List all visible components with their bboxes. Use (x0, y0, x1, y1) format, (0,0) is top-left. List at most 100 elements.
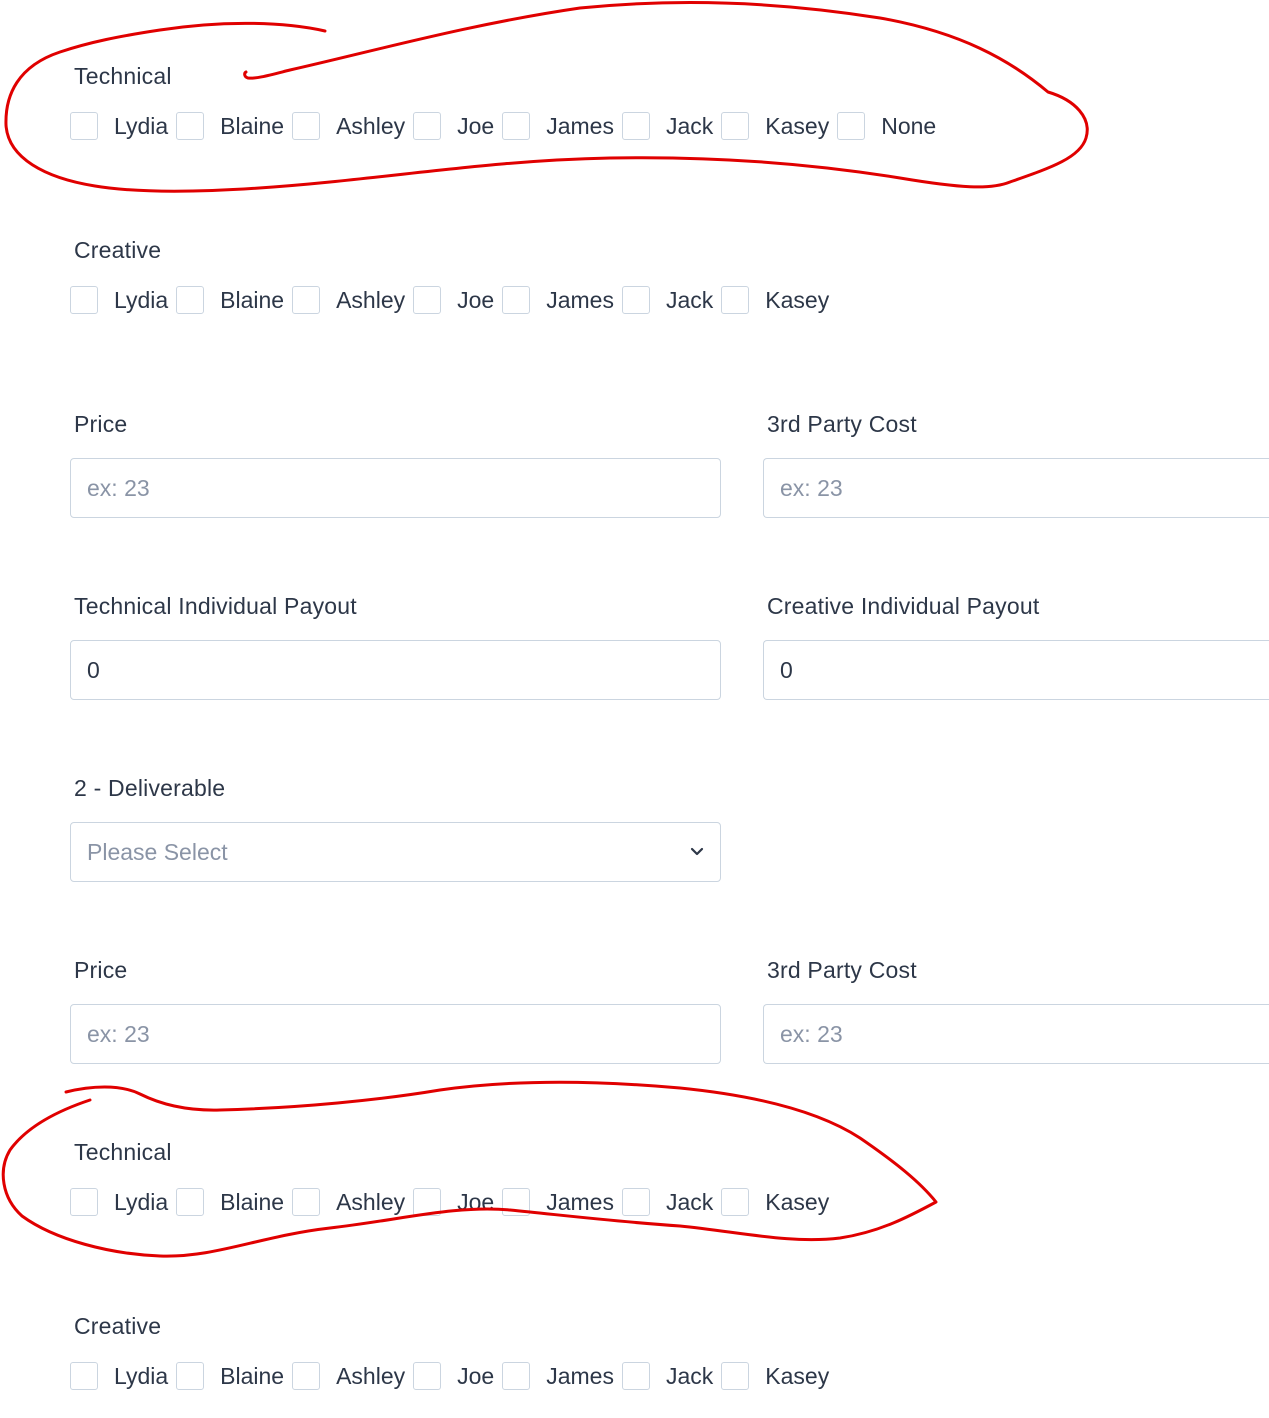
third-party-cost-label: 3rd Party Cost (767, 411, 917, 437)
checkbox-lydia[interactable] (70, 1362, 98, 1390)
checkbox-kasey[interactable] (721, 1188, 750, 1216)
checkbox-item[interactable]: James (502, 286, 614, 314)
checkbox-item[interactable]: Ashley (292, 112, 405, 140)
checkbox-none[interactable] (837, 112, 866, 140)
price-label: Price (74, 411, 128, 437)
checkbox-item[interactable]: Kasey (721, 286, 829, 314)
creative-payout-value: 0 (780, 657, 793, 683)
creative-label: Creative (74, 1313, 162, 1339)
checkbox-item[interactable]: Lydia (70, 1188, 168, 1216)
checkbox-label: Kasey (765, 1189, 830, 1215)
checkbox-item[interactable]: James (502, 1362, 614, 1390)
price-input[interactable]: ex: 23 (70, 1004, 721, 1064)
checkbox-item[interactable]: Blaine (176, 112, 284, 140)
third-party-placeholder: ex: 23 (780, 1021, 843, 1047)
checkbox-label: Blaine (220, 1189, 285, 1215)
checkbox-label: Kasey (765, 287, 830, 313)
checkbox-jack[interactable] (621, 1362, 650, 1390)
checkbox-kasey[interactable] (721, 286, 750, 314)
checkbox-joe[interactable] (413, 286, 442, 314)
checkbox-item[interactable]: Kasey (721, 1188, 829, 1216)
checkbox-item[interactable]: Joe (413, 286, 494, 314)
deliverable-2-label: 2 - Deliverable (74, 775, 226, 801)
checkbox-label: Jack (665, 1189, 714, 1215)
checkbox-joe[interactable] (413, 1188, 442, 1216)
technical-payout-input[interactable]: 0 (70, 640, 721, 700)
annotation-circle-bottom (1, 1080, 938, 1258)
checkbox-james[interactable] (502, 112, 531, 140)
annotation-circle-top (4, 1, 1089, 193)
checkbox-label: Jack (665, 1363, 714, 1389)
checkbox-ashley[interactable] (292, 1188, 321, 1216)
checkbox-ashley[interactable] (292, 286, 321, 314)
price-input[interactable]: ex: 23 (70, 458, 721, 518)
checkbox-blaine[interactable] (176, 112, 205, 140)
checkbox-blaine[interactable] (176, 286, 205, 314)
checkbox-item[interactable]: Blaine (176, 286, 284, 314)
checkbox-label: James (546, 113, 614, 139)
checkbox-label: Ashley (336, 1363, 406, 1389)
deliverable-select-placeholder: Please Select (87, 839, 228, 865)
checkbox-label: Lydia (114, 287, 169, 313)
checkbox-label: Blaine (220, 1363, 285, 1389)
checkbox-label: Lydia (114, 1189, 169, 1215)
checkbox-item[interactable]: Ashley (292, 286, 405, 314)
technical-checkbox-group: Lydia Blaine Ashley Joe James Jack Kasey… (70, 110, 944, 142)
checkbox-ashley[interactable] (292, 112, 321, 140)
third-party-cost-input[interactable]: ex: 23 (763, 458, 1269, 518)
checkbox-jack[interactable] (621, 286, 650, 314)
checkbox-james[interactable] (502, 1362, 531, 1390)
checkbox-item[interactable]: Lydia (70, 286, 168, 314)
checkbox-item[interactable]: Jack (621, 286, 713, 314)
checkbox-item[interactable]: Kasey (721, 112, 829, 140)
checkbox-item[interactable]: Joe (413, 112, 494, 140)
checkbox-item[interactable]: Lydia (70, 112, 168, 140)
checkbox-item[interactable]: James (502, 112, 614, 140)
deliverable-2-select[interactable]: Please Select (70, 822, 721, 882)
checkbox-label: Blaine (220, 287, 285, 313)
checkbox-kasey[interactable] (721, 1362, 750, 1390)
checkbox-item[interactable]: James (502, 1188, 614, 1216)
checkbox-label: Blaine (220, 113, 285, 139)
price-label: Price (74, 957, 128, 983)
checkbox-joe[interactable] (413, 112, 442, 140)
checkbox-james[interactable] (502, 1188, 531, 1216)
checkbox-label: None (881, 113, 937, 139)
checkbox-label: Joe (457, 113, 495, 139)
chevron-down-icon (690, 847, 704, 856)
checkbox-item[interactable]: Blaine (176, 1188, 284, 1216)
checkbox-jack[interactable] (621, 1188, 650, 1216)
checkbox-ashley[interactable] (292, 1362, 321, 1390)
checkbox-joe[interactable] (413, 1362, 442, 1390)
checkbox-james[interactable] (502, 286, 531, 314)
checkbox-item[interactable]: Jack (621, 112, 713, 140)
technical-payout-label: Technical Individual Payout (74, 593, 357, 619)
third-party-cost-label: 3rd Party Cost (767, 957, 917, 983)
checkbox-blaine[interactable] (176, 1188, 205, 1216)
third-party-cost-input[interactable]: ex: 23 (763, 1004, 1269, 1064)
creative-payout-input[interactable]: 0 (763, 640, 1269, 700)
checkbox-label: James (546, 287, 614, 313)
creative-payout-label: Creative Individual Payout (767, 593, 1040, 619)
checkbox-blaine[interactable] (176, 1362, 205, 1390)
checkbox-item[interactable]: Blaine (176, 1362, 284, 1390)
checkbox-item[interactable]: None (837, 112, 936, 140)
checkbox-item[interactable]: Ashley (292, 1188, 405, 1216)
checkbox-kasey[interactable] (721, 112, 750, 140)
checkbox-label: Ashley (336, 1189, 406, 1215)
checkbox-item[interactable]: Joe (413, 1188, 494, 1216)
checkbox-item[interactable]: Jack (621, 1188, 714, 1216)
checkbox-item[interactable]: Ashley (292, 1362, 405, 1390)
third-party-placeholder: ex: 23 (780, 475, 843, 501)
checkbox-item[interactable]: Lydia (70, 1362, 168, 1390)
checkbox-item[interactable]: Joe (413, 1362, 494, 1390)
checkbox-jack[interactable] (621, 112, 650, 140)
technical-label: Technical (74, 63, 172, 89)
creative-checkbox-group: Lydia Blaine Ashley Joe James Jack Kasey (70, 284, 837, 316)
checkbox-lydia[interactable] (70, 112, 98, 140)
checkbox-lydia[interactable] (70, 1188, 98, 1216)
creative-checkbox-group: Lydia Blaine Ashley Joe James Jack Kasey (70, 1360, 837, 1392)
checkbox-item[interactable]: Kasey (721, 1362, 829, 1390)
checkbox-item[interactable]: Jack (621, 1362, 714, 1390)
checkbox-lydia[interactable] (70, 286, 98, 314)
